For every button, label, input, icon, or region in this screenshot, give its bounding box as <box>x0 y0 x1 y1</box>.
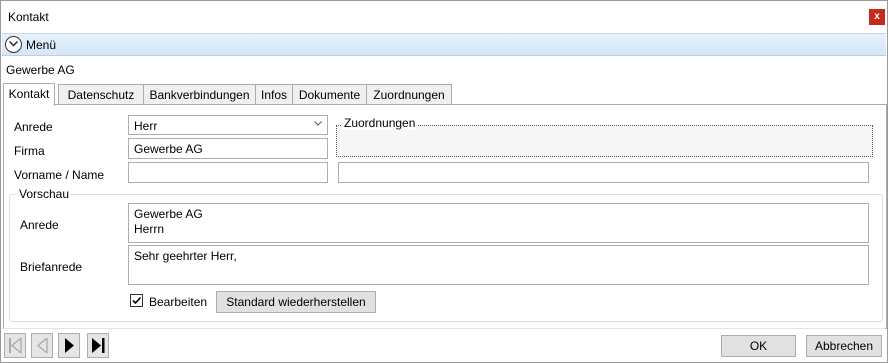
menu-bar[interactable]: Menü <box>2 33 886 56</box>
previous-record-button[interactable] <box>31 333 53 358</box>
anrede-label: Anrede <box>14 120 53 134</box>
standard-wiederherstellen-button[interactable]: Standard wiederherstellen <box>216 291 376 313</box>
zuordnungen-group: Zuordnungen <box>336 116 873 157</box>
nachname-input[interactable] <box>338 162 869 183</box>
checkmark-icon <box>132 296 142 305</box>
briefanrede-label: Briefanrede <box>20 260 83 274</box>
next-record-button[interactable] <box>58 333 80 358</box>
previous-record-icon <box>36 338 48 353</box>
preview-anrede-line1: Gewerbe AG <box>134 207 203 221</box>
bearbeiten-checkbox[interactable] <box>130 294 143 307</box>
chevron-down-icon <box>314 121 322 126</box>
tab-kontakt[interactable]: Kontakt <box>3 83 55 106</box>
abbrechen-button[interactable]: Abbrechen <box>806 335 882 357</box>
vorschau-label: Vorschau <box>17 187 72 201</box>
anrede-select[interactable]: Herr <box>128 115 328 135</box>
preview-anrede-line2: Herrn <box>134 222 165 236</box>
company-name: Gewerbe AG <box>6 63 75 77</box>
footer-divider <box>1 328 885 329</box>
anrede-select-value: Herr <box>134 119 158 133</box>
ok-button[interactable]: OK <box>721 335 796 357</box>
preview-anrede-textarea[interactable]: Gewerbe AG Herrn <box>128 203 869 243</box>
briefanrede-textarea[interactable]: Sehr geehrter Herr, <box>128 245 869 285</box>
title-bar: Kontakt x <box>1 1 887 32</box>
menu-label[interactable]: Menü <box>26 38 56 52</box>
vorname-input[interactable] <box>128 162 328 183</box>
close-button[interactable]: x <box>869 9 885 25</box>
tab-bankverbindungen[interactable]: Bankverbindungen <box>143 84 256 105</box>
bearbeiten-label[interactable]: Bearbeiten <box>149 295 207 309</box>
first-record-button[interactable] <box>4 333 26 358</box>
first-record-icon <box>9 338 22 353</box>
tab-infos[interactable]: Infos <box>255 84 293 105</box>
zuordnungen-label: Zuordnungen <box>342 116 418 130</box>
chevron-down-icon[interactable] <box>5 36 22 53</box>
tab-dokumente[interactable]: Dokumente <box>292 84 367 105</box>
last-record-button[interactable] <box>87 333 109 358</box>
preview-anrede-label: Anrede <box>20 218 59 232</box>
firma-label: Firma <box>14 144 45 158</box>
firma-input[interactable]: Gewerbe AG <box>128 138 328 159</box>
tab-datenschutz[interactable]: Datenschutz <box>58 84 144 105</box>
tab-zuordnungen[interactable]: Zuordnungen <box>366 84 452 105</box>
next-record-icon <box>65 338 74 353</box>
last-record-icon <box>92 338 105 353</box>
name-label: Vorname / Name <box>14 168 105 182</box>
window-title: Kontakt <box>8 10 49 24</box>
